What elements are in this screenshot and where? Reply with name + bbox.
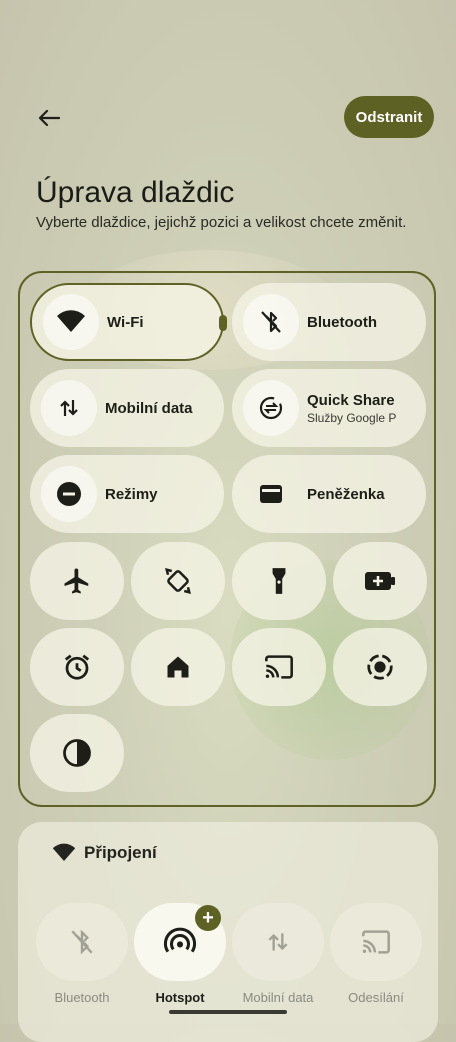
hotspot-icon	[163, 927, 197, 953]
wallet-icon	[243, 466, 299, 522]
remove-button[interactable]: Odstranit	[344, 96, 434, 138]
tile-label: Režimy	[105, 485, 158, 503]
tile-modes[interactable]: Režimy	[30, 455, 224, 533]
cast-icon	[265, 655, 293, 679]
auto-rotate-icon	[165, 568, 191, 594]
tile-cast[interactable]	[232, 628, 326, 706]
mobile-data-icon	[268, 933, 288, 951]
page-subtitle: Vyberte dlaždice, jejichž pozici a velik…	[36, 214, 407, 231]
home-icon	[167, 656, 189, 678]
tile-bluetooth[interactable]: Bluetooth	[232, 283, 426, 361]
add-tile-badge[interactable]: +	[195, 905, 221, 931]
tile-sublabel: Služby Google P	[307, 410, 397, 425]
section-header: Připojení	[52, 843, 157, 863]
quick-share-icon	[243, 380, 299, 436]
tile-auto-rotate[interactable]	[131, 542, 225, 620]
tile-quick-share[interactable]: Quick Share Služby Google P	[232, 369, 426, 447]
tile-flashlight[interactable]	[232, 542, 326, 620]
available-tile-mobile-data[interactable]	[232, 903, 324, 981]
tile-wifi[interactable]: Wi‑Fi	[30, 283, 227, 361]
bluetooth-off-icon	[71, 929, 93, 955]
back-button[interactable]	[34, 104, 64, 132]
tile-battery-saver[interactable]	[333, 542, 427, 620]
do-not-disturb-icon	[41, 466, 97, 522]
tile-mobile-data[interactable]: Mobilní data	[30, 369, 224, 447]
available-tile-label: Hotspot	[155, 990, 205, 1005]
tile-wallet[interactable]: Peněženka	[232, 455, 426, 533]
alarm-icon	[64, 654, 90, 680]
bluetooth-off-icon	[243, 294, 299, 350]
wifi-icon	[52, 843, 76, 861]
available-tile-cast[interactable]	[330, 903, 422, 981]
tile-label: Mobilní data	[105, 399, 193, 417]
wifi-icon	[43, 294, 99, 350]
screen-record-icon	[367, 654, 393, 680]
cast-icon	[362, 930, 390, 954]
tile-color-inversion[interactable]	[30, 714, 124, 792]
tile-home[interactable]	[131, 628, 225, 706]
arrow-back-icon	[38, 109, 60, 127]
airplane-icon	[64, 568, 89, 594]
tile-screen-record[interactable]	[333, 628, 427, 706]
available-tile-label: Mobilní data	[242, 990, 314, 1005]
available-tile-label: Odesílání	[348, 990, 404, 1005]
mobile-data-icon	[41, 380, 97, 436]
color-inversion-icon	[63, 739, 91, 767]
tile-alarm[interactable]	[30, 628, 124, 706]
available-tile-bluetooth[interactable]	[36, 903, 128, 981]
tile-airplane-mode[interactable]	[30, 542, 124, 620]
section-title: Připojení	[84, 843, 157, 862]
available-tile-label: Bluetooth	[54, 990, 110, 1005]
flashlight-icon	[272, 568, 286, 594]
resize-handle[interactable]	[219, 315, 227, 331]
tile-label: Wi‑Fi	[107, 313, 144, 331]
tile-label: Bluetooth	[307, 313, 377, 331]
tile-label: Quick Share	[307, 391, 395, 409]
page-title: Úprava dlaždic	[36, 176, 235, 209]
gesture-bar[interactable]	[169, 1010, 287, 1014]
battery-saver-icon	[365, 572, 395, 590]
tile-label: Peněženka	[307, 485, 385, 503]
